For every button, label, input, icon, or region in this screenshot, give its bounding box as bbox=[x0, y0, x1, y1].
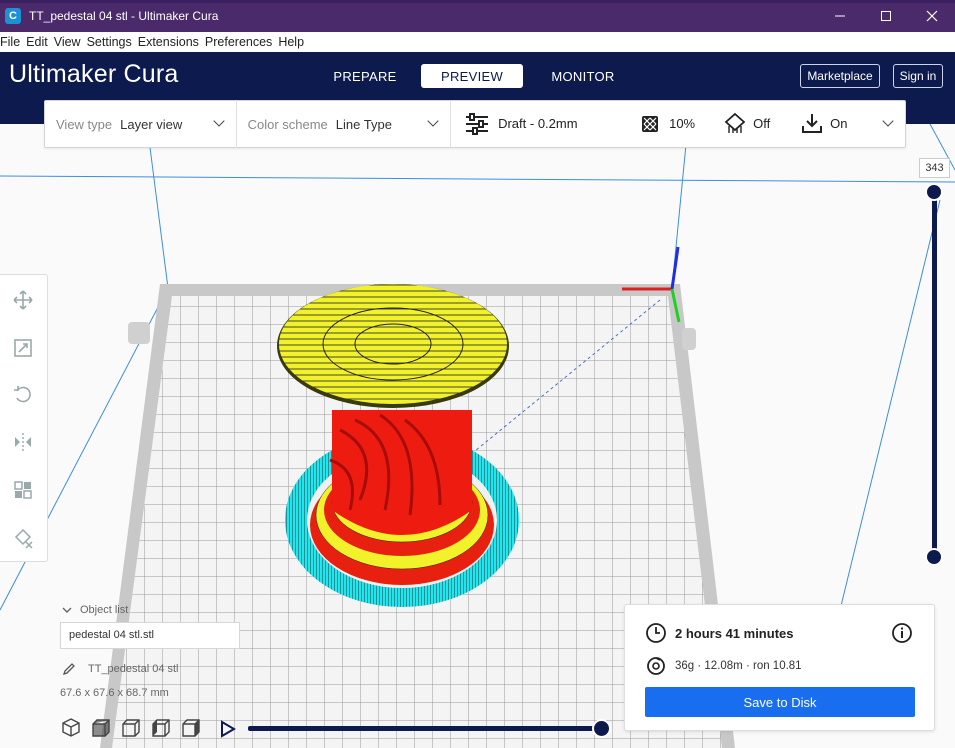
maximize-icon bbox=[881, 11, 891, 21]
menu-edit[interactable]: Edit bbox=[23, 35, 51, 49]
print-settings-bar: View type Layer view Color scheme Line T… bbox=[44, 100, 906, 148]
path-slider-handle[interactable] bbox=[592, 719, 611, 738]
menu-bar: File Edit View Settings Extensions Prefe… bbox=[0, 32, 955, 52]
support-value: Off bbox=[753, 116, 771, 131]
material-usage: 36g · 12.08m · ron 10.81 bbox=[675, 660, 802, 672]
view-type-value: Layer view bbox=[120, 116, 183, 132]
rotate-tool-icon[interactable] bbox=[12, 383, 34, 405]
menu-view[interactable]: View bbox=[51, 35, 84, 49]
adhesion-icon bbox=[802, 114, 823, 133]
info-icon[interactable] bbox=[891, 622, 913, 644]
view-type-dropdown[interactable]: View type Layer view bbox=[45, 100, 236, 148]
profile-value: Draft - 0.2mm bbox=[498, 116, 578, 131]
menu-extensions[interactable]: Extensions bbox=[135, 35, 202, 49]
tab-prepare[interactable]: PREPARE bbox=[316, 64, 414, 88]
color-scheme-value: Line Type bbox=[335, 116, 392, 132]
object-name: TT_pedestal 04 stl bbox=[88, 663, 179, 675]
3d-view-icon[interactable] bbox=[60, 716, 82, 738]
layer-number-input[interactable]: 343 bbox=[919, 158, 950, 178]
sliders-icon bbox=[466, 113, 489, 135]
pencil-icon[interactable] bbox=[62, 662, 76, 676]
infill-value: 10% bbox=[669, 116, 696, 131]
mirror-tool-icon[interactable] bbox=[12, 431, 34, 453]
chevron-down-icon bbox=[426, 115, 439, 127]
menu-preferences[interactable]: Preferences bbox=[202, 35, 275, 49]
path-slider-track[interactable] bbox=[248, 726, 600, 731]
play-icon[interactable] bbox=[220, 720, 236, 738]
per-model-settings-icon[interactable] bbox=[12, 479, 34, 501]
print-summary-panel: 2 hours 41 minutes 36g · 12.08m · ron 10… bbox=[624, 604, 935, 731]
build-volume-line bbox=[146, 124, 169, 289]
maximize-button[interactable] bbox=[863, 0, 909, 32]
left-view-icon[interactable] bbox=[150, 716, 172, 738]
chevron-down-icon bbox=[882, 115, 894, 127]
move-tool-icon[interactable] bbox=[12, 289, 34, 311]
adhesion-value: On bbox=[830, 116, 848, 131]
sign-in-button[interactable]: Sign in bbox=[893, 64, 943, 88]
save-to-disk-button[interactable]: Save to Disk bbox=[645, 687, 915, 717]
scale-tool-icon[interactable] bbox=[12, 337, 34, 359]
layer-slider-lower-handle[interactable] bbox=[925, 548, 943, 566]
right-view-icon[interactable] bbox=[180, 716, 202, 738]
top-view-icon[interactable] bbox=[120, 716, 142, 738]
print-setup-selector[interactable]: Draft - 0.2mm 10% Off On bbox=[451, 100, 905, 148]
clock-icon bbox=[646, 623, 666, 643]
model-column bbox=[332, 410, 472, 535]
chevron-down-icon bbox=[62, 607, 72, 613]
object-dimensions: 67.6 x 67.6 x 68.7 mm bbox=[60, 687, 169, 699]
color-scheme-label: Color scheme bbox=[247, 116, 328, 132]
cura-app-icon: C bbox=[5, 8, 21, 24]
tab-preview[interactable]: PREVIEW bbox=[421, 64, 523, 88]
front-view-icon[interactable] bbox=[90, 716, 112, 738]
model-top-surface bbox=[279, 284, 507, 404]
view-orientation-controls bbox=[60, 716, 202, 738]
object-list-toggle[interactable]: Object list bbox=[62, 604, 128, 616]
infill-icon bbox=[642, 116, 659, 132]
clip-area bbox=[682, 328, 696, 350]
tab-monitor[interactable]: MONITOR bbox=[523, 64, 643, 88]
support-blocker-icon[interactable] bbox=[12, 527, 34, 549]
marketplace-button[interactable]: Marketplace bbox=[800, 64, 880, 88]
minimize-button[interactable] bbox=[817, 0, 863, 32]
brand-bold: Ultimaker bbox=[9, 60, 117, 88]
layer-slider-upper-handle[interactable] bbox=[925, 183, 943, 201]
layer-slider-track[interactable] bbox=[932, 192, 937, 558]
brand-logo: Ultimaker Cura bbox=[9, 60, 179, 89]
brand-light: Cura bbox=[123, 60, 179, 88]
menu-settings[interactable]: Settings bbox=[84, 35, 135, 49]
minimize-icon bbox=[835, 15, 845, 17]
build-volume-line bbox=[0, 175, 955, 183]
menu-help[interactable]: Help bbox=[275, 35, 307, 49]
window-titlebar: C TT_pedestal 04 stl - Ultimaker Cura bbox=[0, 0, 955, 32]
view-type-label: View type bbox=[56, 116, 113, 132]
close-button[interactable] bbox=[909, 0, 955, 32]
menu-file[interactable]: File bbox=[0, 35, 23, 49]
tool-panel bbox=[0, 274, 48, 562]
object-list-label: Object list bbox=[80, 604, 129, 616]
build-volume-line bbox=[839, 199, 941, 611]
stage-tabs: PREPARE PREVIEW MONITOR bbox=[316, 64, 643, 88]
close-icon bbox=[926, 10, 938, 22]
color-scheme-dropdown[interactable]: Color scheme Line Type bbox=[237, 100, 451, 148]
chevron-down-icon bbox=[213, 115, 225, 127]
window-title: TT_pedestal 04 stl - Ultimaker Cura bbox=[29, 9, 219, 23]
print-time: 2 hours 41 minutes bbox=[675, 626, 794, 641]
object-list-item[interactable]: pedestal 04 stl.stl bbox=[60, 622, 240, 649]
support-icon bbox=[724, 112, 746, 133]
taskbar-strip bbox=[0, 0, 955, 3]
clip-area bbox=[128, 322, 150, 344]
spool-icon bbox=[647, 657, 665, 675]
